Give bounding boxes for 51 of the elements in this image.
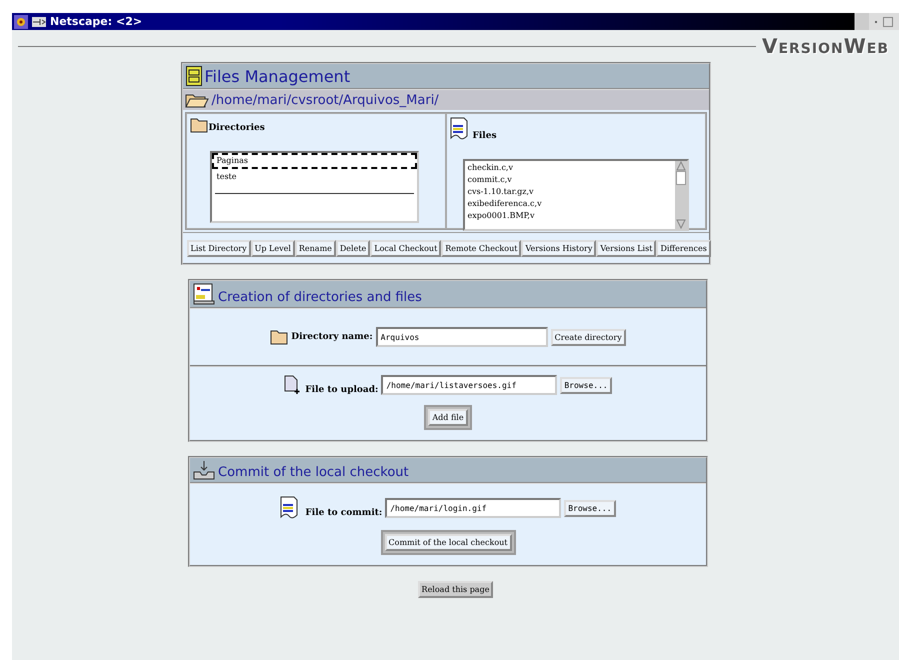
create-directory-button[interactable]: Create directory <box>550 328 626 346</box>
panel-title: Files Management <box>204 67 350 86</box>
form-icon <box>193 283 215 305</box>
browse-button[interactable]: Browse... <box>560 376 612 394</box>
scrollbar[interactable] <box>674 161 686 229</box>
action-button[interactable]: Remote Checkout <box>441 240 522 257</box>
file-list[interactable]: checkin.c,v commit.c,v cvs-1.10.tar.gz,v exibediferenca.c,v expo0001.BMP,v <box>462 159 688 231</box>
reload-button[interactable]: Reload this page <box>418 581 494 598</box>
folder-icon <box>184 92 208 108</box>
app-icon <box>14 14 28 28</box>
panel-title: Creation of directories and files <box>218 290 422 305</box>
file-item[interactable]: exibediferenca.c,v <box>464 198 674 210</box>
action-button[interactable]: Differences <box>656 240 711 257</box>
field-label: Directory name: <box>291 332 373 342</box>
folder-icon <box>270 329 288 345</box>
scrollbar-thumb[interactable] <box>676 171 686 185</box>
panel-title: Commit of the local checkout <box>218 465 409 480</box>
action-button[interactable]: Versions History <box>521 240 596 257</box>
cabinet-icon <box>186 66 202 86</box>
scroll-down-icon[interactable] <box>676 219 686 229</box>
window-title: Netscape: <2> <box>50 15 144 28</box>
files-label: Files <box>472 131 497 141</box>
action-button[interactable]: Local Checkout <box>370 240 442 257</box>
directory-item[interactable]: teste <box>212 169 416 185</box>
action-button[interactable]: List Directory <box>186 240 251 257</box>
field-label: File to commit: <box>305 508 382 518</box>
inbox-icon <box>193 460 215 480</box>
logo: VersionWeb <box>762 34 889 58</box>
action-button[interactable]: Up Level <box>250 240 295 257</box>
file-item[interactable]: commit.c,v <box>464 174 674 186</box>
field-label: File to upload: <box>305 385 378 395</box>
new-file-icon <box>284 375 302 395</box>
file-to-commit-field[interactable]: /home/mari/login.gif <box>385 498 562 518</box>
directories-label: Directories <box>208 123 265 133</box>
action-button[interactable]: Versions List <box>596 240 656 257</box>
file-item[interactable]: cvs-1.10.tar.gz,v <box>464 186 674 198</box>
browse-button[interactable]: Browse... <box>564 500 616 516</box>
pin-icon[interactable] <box>32 16 46 26</box>
file-item[interactable]: checkin.c,v <box>464 162 674 174</box>
maximize-button[interactable] <box>883 16 893 26</box>
scroll-up-icon[interactable] <box>676 161 686 171</box>
folder-icon <box>190 117 208 133</box>
directory-list[interactable]: Paginas teste <box>210 151 418 223</box>
action-button[interactable]: Rename <box>294 240 336 257</box>
directory-item[interactable]: Paginas <box>212 153 416 169</box>
minimize-button[interactable] <box>875 20 877 22</box>
file-upload-field[interactable]: /home/mari/listaversoes.gif <box>381 375 558 395</box>
directory-path: /home/mari/cvsroot/Arquivos_Mari/ <box>212 93 439 108</box>
directory-name-field[interactable]: Arquivos <box>376 327 548 347</box>
action-button[interactable]: Delete <box>336 240 370 257</box>
file-item[interactable]: expo0001.BMP,v <box>464 210 674 222</box>
